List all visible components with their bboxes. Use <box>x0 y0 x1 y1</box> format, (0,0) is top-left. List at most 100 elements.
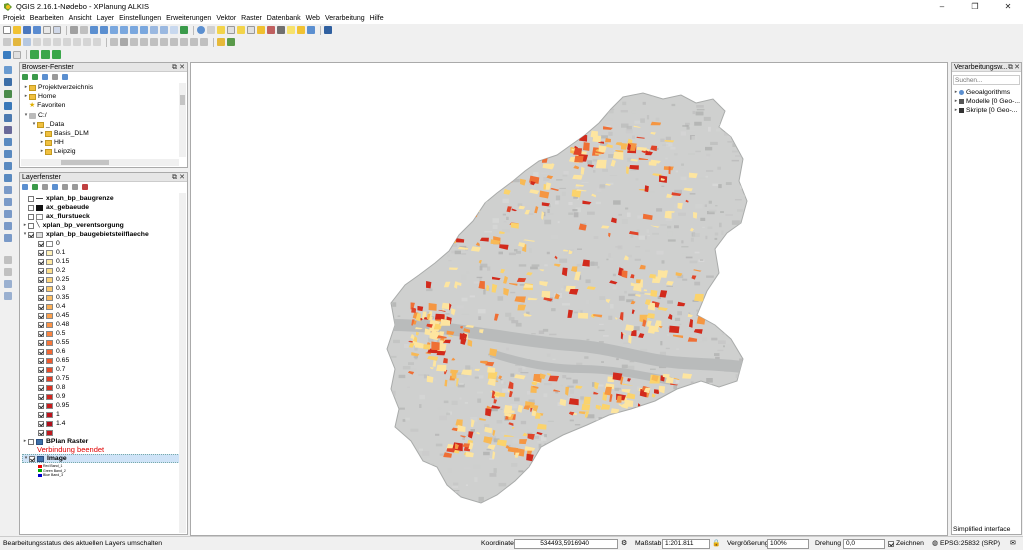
legend-class-row[interactable]: 0.7 <box>38 365 65 374</box>
add-mssql-layer-icon[interactable] <box>4 114 12 122</box>
highlight-pinned-icon[interactable] <box>190 38 198 46</box>
crs-status[interactable]: ◍ EPSG:25832 (SRP) <box>932 539 1000 549</box>
field-calculator-icon[interactable] <box>257 26 265 34</box>
class-visibility-checkbox[interactable] <box>38 393 44 400</box>
new-project-icon[interactable] <box>3 26 11 34</box>
pan-to-selection-icon[interactable] <box>80 26 88 34</box>
browser-item[interactable]: ▾ _Data <box>31 120 64 129</box>
blank-tool-icon[interactable] <box>13 50 21 59</box>
layer-visibility-checkbox[interactable] <box>28 213 34 220</box>
map-tips-icon[interactable] <box>287 26 295 34</box>
layer-visibility-checkbox[interactable] <box>28 231 34 238</box>
statistical-summary-icon[interactable] <box>267 26 275 34</box>
class-visibility-checkbox[interactable] <box>38 249 44 256</box>
browser-item[interactable]: ▸ Leipzig <box>39 147 76 156</box>
layer-visibility-checkbox[interactable] <box>28 438 34 445</box>
coordinate-field[interactable]: 534493,5916940 <box>514 539 618 549</box>
class-visibility-checkbox[interactable] <box>38 357 44 364</box>
menu-layer[interactable]: Layer <box>97 15 115 22</box>
move-label-icon[interactable] <box>140 38 148 46</box>
plugin-tool-2-icon[interactable] <box>227 38 235 46</box>
manage-visibility-icon[interactable] <box>42 184 48 190</box>
new-map-view-icon[interactable] <box>170 26 178 34</box>
class-visibility-checkbox[interactable] <box>38 312 44 319</box>
xplan-import-icon[interactable] <box>30 50 39 59</box>
class-visibility-checkbox[interactable] <box>38 402 44 409</box>
legend-class-row[interactable]: 0.6 <box>38 347 65 356</box>
class-visibility-checkbox[interactable] <box>38 267 44 274</box>
legend-class-row[interactable]: 0.45 <box>38 311 69 320</box>
layer-row[interactable]: ax_flurstueck <box>22 212 90 221</box>
messages-icon[interactable]: ✉ <box>1010 539 1016 549</box>
remove-layer-icon[interactable] <box>82 184 88 190</box>
filter-legend-icon[interactable] <box>52 184 58 190</box>
layer-visibility-checkbox[interactable] <box>29 455 35 462</box>
current-edits-icon[interactable] <box>3 38 11 46</box>
toggle-extents-icon[interactable]: ⚙ <box>621 539 627 549</box>
collapse-all-icon[interactable] <box>52 74 58 80</box>
legend-class-row[interactable]: 0 <box>38 239 60 248</box>
add-postgis-layer-icon[interactable] <box>4 90 12 98</box>
deselect-icon[interactable] <box>237 26 245 34</box>
add-raster-layer-icon[interactable] <box>4 78 12 86</box>
restore-button[interactable]: ❐ <box>960 0 990 13</box>
filter-browser-icon[interactable] <box>42 74 48 80</box>
close-panel-icon[interactable]: ✕ <box>179 173 185 182</box>
rotation-spinbox[interactable]: 0,0 <box>843 539 885 549</box>
menu-bearbeiten[interactable]: Bearbeiten <box>30 15 64 22</box>
legend-class-row[interactable]: 0.25 <box>38 275 69 284</box>
layer-visibility-checkbox[interactable] <box>28 195 34 202</box>
layers-vertical-scrollbar[interactable] <box>179 193 186 533</box>
legend-class-row[interactable]: 0.4 <box>38 302 65 311</box>
class-visibility-checkbox[interactable] <box>38 303 44 310</box>
add-delimited-text-icon[interactable] <box>4 174 12 182</box>
layer-row-selected[interactable]: ▾ Image <box>22 454 186 463</box>
class-visibility-checkbox[interactable] <box>38 294 44 301</box>
rotate-label-icon[interactable] <box>150 38 158 46</box>
new-bookmark-icon[interactable] <box>297 26 305 34</box>
move-diagram-icon[interactable] <box>170 38 178 46</box>
collapse-all-icon[interactable] <box>72 184 78 190</box>
show-hide-labels-icon[interactable] <box>130 38 138 46</box>
minimize-button[interactable]: – <box>927 0 957 13</box>
menu-datenbank[interactable]: Datenbank <box>267 15 301 22</box>
processing-item[interactable]: ▸ Geoalgorithms <box>953 88 1010 97</box>
add-group-icon[interactable] <box>32 184 38 190</box>
legend-class-row[interactable]: 0.1 <box>38 248 65 257</box>
legend-class-row[interactable]: 0.48 <box>38 320 69 329</box>
xplan-edit-icon[interactable] <box>41 50 50 59</box>
paste-features-icon[interactable] <box>93 38 101 46</box>
legend-class-row[interactable]: 0.8 <box>38 383 65 392</box>
menu-hilfe[interactable]: Hilfe <box>370 15 384 22</box>
layer-row[interactable]: ▾ xplan_bp_baugebietsteilflaeche <box>22 230 149 239</box>
browser-horizontal-scrollbar[interactable] <box>21 159 179 166</box>
add-virtual-layer-icon[interactable] <box>4 186 12 194</box>
legend-class-row[interactable]: 1.4 <box>38 419 65 428</box>
layer-row[interactable]: ax_gebaeude <box>22 203 89 212</box>
coordinate-capture-icon[interactable] <box>4 268 12 276</box>
legend-class-row[interactable]: 0.95 <box>38 401 69 410</box>
scrollbar-thumb[interactable] <box>61 160 109 165</box>
menu-raster[interactable]: Raster <box>241 15 262 22</box>
python-console-icon[interactable] <box>3 50 11 59</box>
composer-manager-icon[interactable] <box>53 26 61 34</box>
run-action-icon[interactable] <box>207 26 215 34</box>
browser-item[interactable]: ▸ Home <box>23 92 56 101</box>
zoom-to-selection-icon[interactable] <box>130 26 138 34</box>
add-feature-icon[interactable] <box>33 38 41 46</box>
browser-item[interactable]: ▾ C:/ <box>23 111 47 120</box>
menu-verarbeitung[interactable]: Verarbeitung <box>325 15 365 22</box>
processing-item[interactable]: ▸ Skripte [0 Geo-... <box>953 106 1018 115</box>
attribute-table-icon[interactable] <box>247 26 255 34</box>
class-visibility-checkbox[interactable] <box>38 258 44 265</box>
add-selected-layers-icon[interactable] <box>22 74 28 80</box>
add-wms-tile-icon[interactable] <box>4 234 12 242</box>
class-visibility-checkbox[interactable] <box>38 276 44 283</box>
legend-class-row[interactable]: 0.3 <box>38 284 65 293</box>
class-visibility-checkbox[interactable] <box>38 366 44 373</box>
label-options-icon[interactable] <box>200 38 208 46</box>
zoom-full-icon[interactable] <box>120 26 128 34</box>
close-button[interactable]: ✕ <box>993 0 1023 13</box>
class-visibility-checkbox[interactable] <box>38 375 44 382</box>
menu-erweiterungen[interactable]: Erweiterungen <box>166 15 211 22</box>
